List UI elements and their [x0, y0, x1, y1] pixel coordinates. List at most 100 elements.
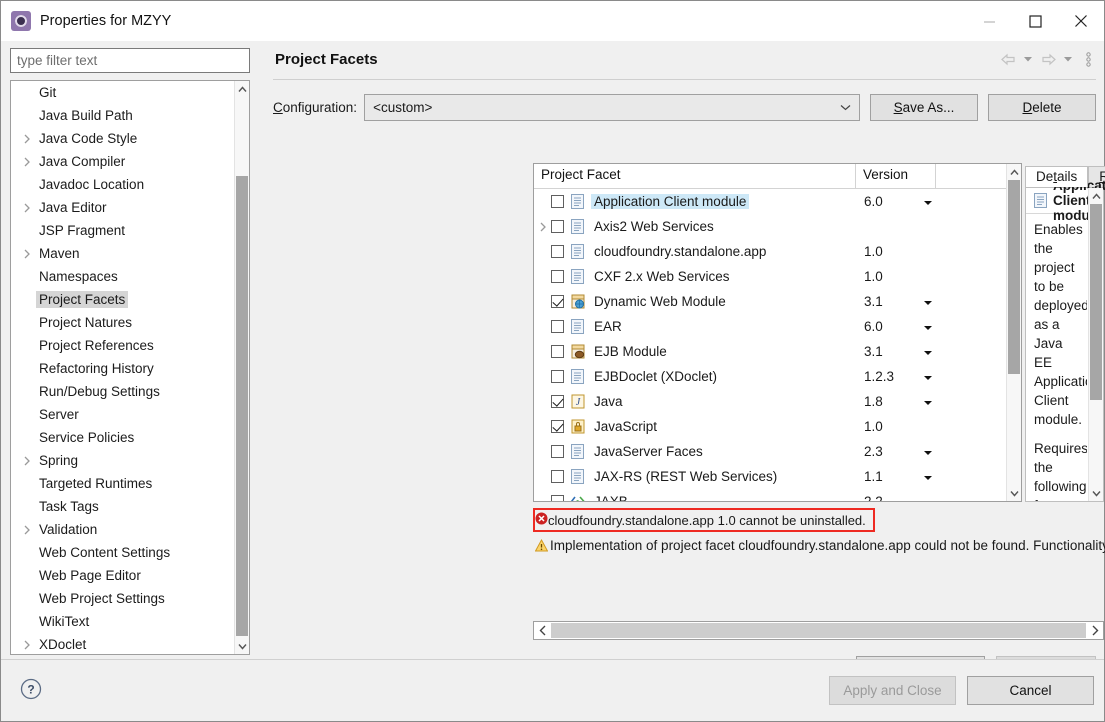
chevron-right-icon[interactable] — [1086, 625, 1103, 636]
sidebar-item-web-project-settings[interactable]: Web Project Settings — [11, 587, 234, 610]
expand-chevron-right-icon[interactable] — [18, 150, 36, 173]
facets-scrollbar[interactable] — [1006, 164, 1021, 501]
column-header-facet[interactable]: Project Facet — [534, 164, 856, 188]
scrollbar-thumb[interactable] — [551, 623, 1086, 638]
apply-and-close-button[interactable]: Apply and Close — [829, 676, 956, 705]
chevron-left-icon[interactable] — [534, 625, 551, 636]
sidebar-item-task-tags[interactable]: Task Tags — [11, 495, 234, 518]
sidebar-item-maven[interactable]: Maven — [11, 242, 234, 265]
facet-checkbox[interactable] — [551, 195, 564, 208]
table-row[interactable]: JavaServer Faces 2.3 — [534, 439, 1005, 464]
facets-table[interactable]: Project Facet Version Application Client… — [533, 163, 1022, 502]
scrollbar-thumb[interactable] — [1008, 180, 1020, 374]
configuration-dropdown[interactable]: <custom> — [364, 93, 860, 121]
table-row[interactable]: EJBDoclet (XDoclet) 1.2.3 — [534, 364, 1005, 389]
expand-chevron-right-icon[interactable] — [534, 222, 551, 232]
sidebar-item-java-compiler[interactable]: Java Compiler — [11, 150, 234, 173]
filter-input[interactable] — [10, 48, 250, 73]
sidebar-item-jsp-fragment[interactable]: JSP Fragment — [11, 219, 234, 242]
expand-chevron-right-icon[interactable] — [18, 633, 36, 654]
sidebar-item-targeted-runtimes[interactable]: Targeted Runtimes — [11, 472, 234, 495]
table-row[interactable]: EAR 6.0 — [534, 314, 1005, 339]
tab-details[interactable]: Details — [1025, 166, 1089, 187]
sidebar-item-xdoclet[interactable]: XDoclet — [11, 633, 234, 654]
table-row[interactable]: J Java 1.8 — [534, 389, 1005, 414]
version-chevron-down-icon[interactable] — [924, 469, 933, 484]
scroll-down-arrow[interactable] — [235, 638, 249, 654]
table-row[interactable]: JAXB 2.2 — [534, 489, 1005, 501]
save-as-button[interactable]: Save As... — [870, 93, 978, 121]
expand-chevron-right-icon[interactable] — [18, 518, 36, 541]
expand-chevron-right-icon[interactable] — [18, 449, 36, 472]
sidebar-item-project-references[interactable]: Project References — [11, 334, 234, 357]
help-icon[interactable]: ? — [20, 678, 42, 700]
facet-checkbox[interactable] — [551, 495, 564, 501]
sidebar-item-project-natures[interactable]: Project Natures — [11, 311, 234, 334]
facet-checkbox[interactable] — [551, 245, 564, 258]
column-header-version[interactable]: Version — [856, 164, 936, 188]
scroll-up-arrow[interactable] — [1007, 164, 1021, 180]
scroll-down-arrow[interactable] — [1089, 485, 1103, 501]
table-row[interactable]: JavaScript 1.0 — [534, 414, 1005, 439]
scroll-down-arrow[interactable] — [1007, 485, 1021, 501]
horizontal-scrollbar[interactable] — [533, 621, 1104, 640]
facet-checkbox[interactable] — [551, 270, 564, 283]
table-row[interactable]: Dynamic Web Module 3.1 — [534, 289, 1005, 314]
close-icon[interactable] — [1058, 1, 1104, 41]
sidebar-item-web-content-settings[interactable]: Web Content Settings — [11, 541, 234, 564]
sidebar-item-refactoring-history[interactable]: Refactoring History — [11, 357, 234, 380]
sidebar-item-java-code-style[interactable]: Java Code Style — [11, 127, 234, 150]
scrollbar-thumb[interactable] — [236, 176, 248, 636]
sidebar-item-server[interactable]: Server — [11, 403, 234, 426]
table-row[interactable]: Application Client module 6.0 — [534, 189, 1005, 214]
forward-menu-chevron-down-icon[interactable] — [1058, 49, 1078, 69]
version-chevron-down-icon[interactable] — [924, 369, 933, 384]
maximize-icon[interactable] — [1012, 1, 1058, 41]
facet-checkbox[interactable] — [551, 420, 564, 433]
version-chevron-down-icon[interactable] — [924, 344, 933, 359]
sidebar-item-javadoc-location[interactable]: Javadoc Location — [11, 173, 234, 196]
version-chevron-down-icon[interactable] — [924, 394, 933, 409]
facet-checkbox[interactable] — [551, 370, 564, 383]
table-row[interactable]: Axis2 Web Services — [534, 214, 1005, 239]
facet-checkbox[interactable] — [551, 295, 564, 308]
version-chevron-down-icon[interactable] — [924, 319, 933, 334]
version-chevron-down-icon[interactable] — [924, 444, 933, 459]
expand-chevron-right-icon[interactable] — [18, 196, 36, 219]
facet-checkbox[interactable] — [551, 345, 564, 358]
details-scrollbar[interactable] — [1088, 188, 1103, 501]
sidebar-item-namespaces[interactable]: Namespaces — [11, 265, 234, 288]
sidebar-item-project-facets[interactable]: Project Facets — [11, 288, 234, 311]
facet-checkbox[interactable] — [551, 445, 564, 458]
sidebar-item-web-page-editor[interactable]: Web Page Editor — [11, 564, 234, 587]
facet-checkbox[interactable] — [551, 220, 564, 233]
scrollbar-thumb[interactable] — [1090, 204, 1102, 400]
sidebar-item-java-editor[interactable]: Java Editor — [11, 196, 234, 219]
forward-arrow-icon[interactable] — [1038, 49, 1058, 69]
back-menu-chevron-down-icon[interactable] — [1018, 49, 1038, 69]
back-arrow-icon[interactable] — [998, 49, 1018, 69]
version-chevron-down-icon[interactable] — [924, 294, 933, 309]
version-chevron-down-icon[interactable] — [924, 194, 933, 209]
cancel-button[interactable]: Cancel — [967, 676, 1094, 705]
table-row[interactable]: CXF 2.x Web Services 1.0 — [534, 264, 1005, 289]
sidebar-item-validation[interactable]: Validation — [11, 518, 234, 541]
table-row[interactable]: JAX-RS (REST Web Services) 1.1 — [534, 464, 1005, 489]
scroll-up-arrow[interactable] — [1089, 188, 1103, 204]
facet-checkbox[interactable] — [551, 395, 564, 408]
facet-checkbox[interactable] — [551, 470, 564, 483]
delete-button[interactable]: Delete — [988, 93, 1096, 121]
sidebar-item-wikitext[interactable]: WikiText — [11, 610, 234, 633]
sidebar-item-spring[interactable]: Spring — [11, 449, 234, 472]
sidebar-item-run-debug-settings[interactable]: Run/Debug Settings — [11, 380, 234, 403]
table-row[interactable]: EJB Module 3.1 — [534, 339, 1005, 364]
minimize-icon[interactable] — [966, 1, 1012, 41]
settings-tree[interactable]: Git Java Build Path Java Code Style Java Co… — [10, 80, 250, 655]
sidebar-item-git[interactable]: Git — [11, 81, 234, 104]
expand-chevron-right-icon[interactable] — [18, 242, 36, 265]
facet-checkbox[interactable] — [551, 320, 564, 333]
sidebar-item-java-build-path[interactable]: Java Build Path — [11, 104, 234, 127]
version-chevron-down-icon[interactable] — [924, 494, 933, 501]
sidebar-scrollbar[interactable] — [234, 81, 249, 654]
scroll-up-arrow[interactable] — [235, 81, 249, 97]
